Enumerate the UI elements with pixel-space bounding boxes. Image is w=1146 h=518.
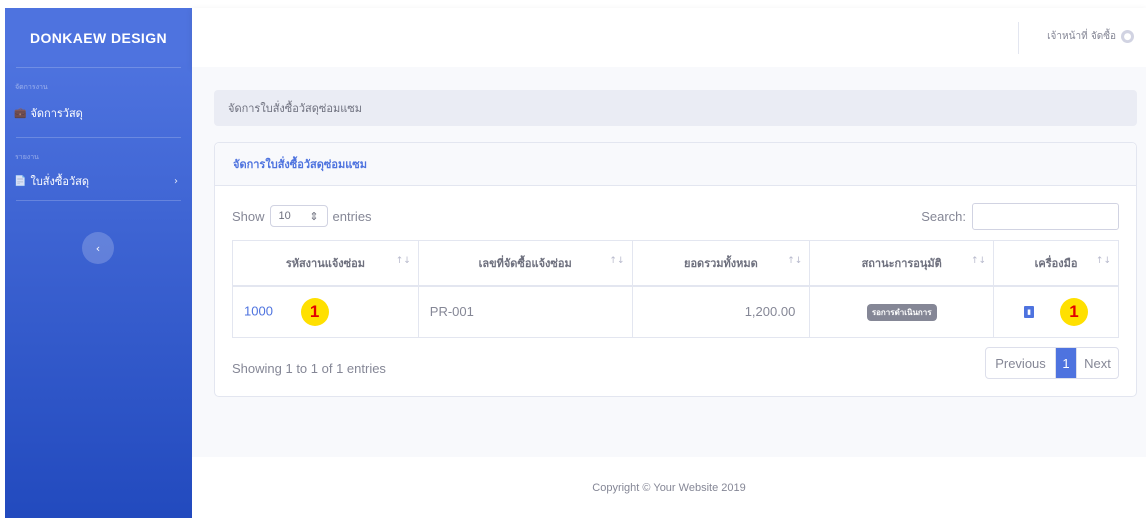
annotation-marker: 1	[300, 297, 329, 326]
footer: Copyright © Your Website 2019	[192, 457, 1146, 518]
column-header-total[interactable]: ยอดรวมทั้งหมด ↑↓	[631, 240, 811, 287]
chevron-right-icon: ›	[174, 175, 178, 187]
sidebar-heading-manage: จัดการงาน	[15, 83, 48, 91]
sidebar-item-label: ใบสั่งซื้อวัสดุ	[30, 175, 89, 188]
briefcase-icon: 💼	[14, 107, 27, 119]
search-control: Search:	[921, 203, 1119, 230]
user-circle-icon: ●	[1121, 30, 1134, 43]
page-1-button[interactable]: 1	[1056, 348, 1076, 378]
status-cell: รอการดำเนินการ	[809, 285, 995, 338]
card-title: จัดการใบสั่งซื้อวัสดุซ่อมแซม	[215, 143, 1136, 186]
sidebar-toggle-button[interactable]: ‹	[82, 232, 114, 264]
job-id-cell: 1000 1	[232, 285, 419, 338]
po-number-cell: PR-001	[417, 285, 633, 338]
user-menu[interactable]: เจ้าหน้าที่ จัดซื้อ ●	[1047, 29, 1134, 44]
column-header-job-id[interactable]: รหัสงานแจ้งซ่อม ↑↓	[232, 240, 419, 287]
column-header-tools[interactable]: เครื่องมือ ↑↓	[993, 240, 1119, 287]
sort-icon: ↑↓	[970, 256, 987, 266]
show-label: Show	[232, 208, 265, 224]
sidebar-divider	[16, 200, 181, 201]
column-header-po-number[interactable]: เลขที่จัดซื้อแจ้งซ่อม ↑↓	[417, 240, 633, 287]
sidebar-item-manage-materials[interactable]: 💼 จัดการวัสดุ	[5, 103, 192, 123]
search-input[interactable]	[972, 203, 1119, 230]
sort-icon: ↑↓	[609, 256, 625, 266]
sidebar-item-label: จัดการวัสดุ	[30, 107, 83, 120]
topbar: เจ้าหน้าที่ จัดซื้อ ●	[192, 8, 1146, 67]
entries-label: entries	[332, 208, 372, 224]
file-icon: 📄	[14, 175, 27, 187]
table-info: Showing 1 to 1 of 1 entries	[232, 361, 386, 376]
column-header-status[interactable]: สถานะการอนุมัติ ↑↓	[809, 240, 995, 287]
sort-icon: ↑↓	[1095, 256, 1111, 266]
purchase-order-table: รหัสงานแจ้งซ่อม ↑↓ เลขที่จัดซื้อแจ้งซ่อม ↑…	[232, 240, 1119, 338]
previous-button[interactable]: Previous	[986, 348, 1056, 378]
sidebar: DONKAEW DESIGN จัดการงาน 💼 จัดการวัสดุ ร…	[5, 8, 192, 518]
page-size-control: Show 10 ⇕ entries	[232, 205, 372, 227]
table-row: 1000 1 PR-001 1,200.00 รอการดำเนินการ ▮ 1	[232, 285, 1119, 338]
pdf-icon[interactable]: ▮	[1024, 305, 1035, 318]
job-id-link[interactable]: 1000	[244, 303, 273, 318]
sort-icon: ↑↓	[395, 256, 411, 266]
purchase-order-card: จัดการใบสั่งซื้อวัสดุซ่อมแซม Show 10 ⇕ e…	[214, 142, 1137, 397]
topbar-divider	[1018, 22, 1019, 54]
sidebar-item-purchase-orders[interactable]: 📄 ใบสั่งซื้อวัสดุ ›	[5, 171, 192, 191]
search-label: Search:	[921, 209, 966, 224]
page-size-select[interactable]: 10 ⇕	[269, 205, 328, 227]
chevron-left-icon: ‹	[95, 241, 101, 255]
brand-logo[interactable]: DONKAEW DESIGN	[5, 8, 192, 67]
status-badge: รอการดำเนินการ	[866, 303, 937, 321]
sort-icon: ↑↓	[787, 256, 803, 266]
page-size-value: 10	[278, 210, 291, 222]
next-button[interactable]: Next	[1076, 348, 1118, 378]
breadcrumb: จัดการใบสั่งซื้อวัสดุซ่อมแซม	[214, 90, 1137, 126]
user-name: เจ้าหน้าที่ จัดซื้อ	[1047, 31, 1116, 42]
annotation-marker: 1	[1060, 297, 1089, 326]
sidebar-heading-report: รายงาน	[15, 153, 39, 161]
total-cell: 1,200.00	[631, 285, 811, 338]
tools-cell: ▮ 1	[993, 285, 1119, 338]
select-arrows-icon: ⇕	[309, 210, 319, 223]
pagination: Previous 1 Next	[985, 347, 1119, 379]
